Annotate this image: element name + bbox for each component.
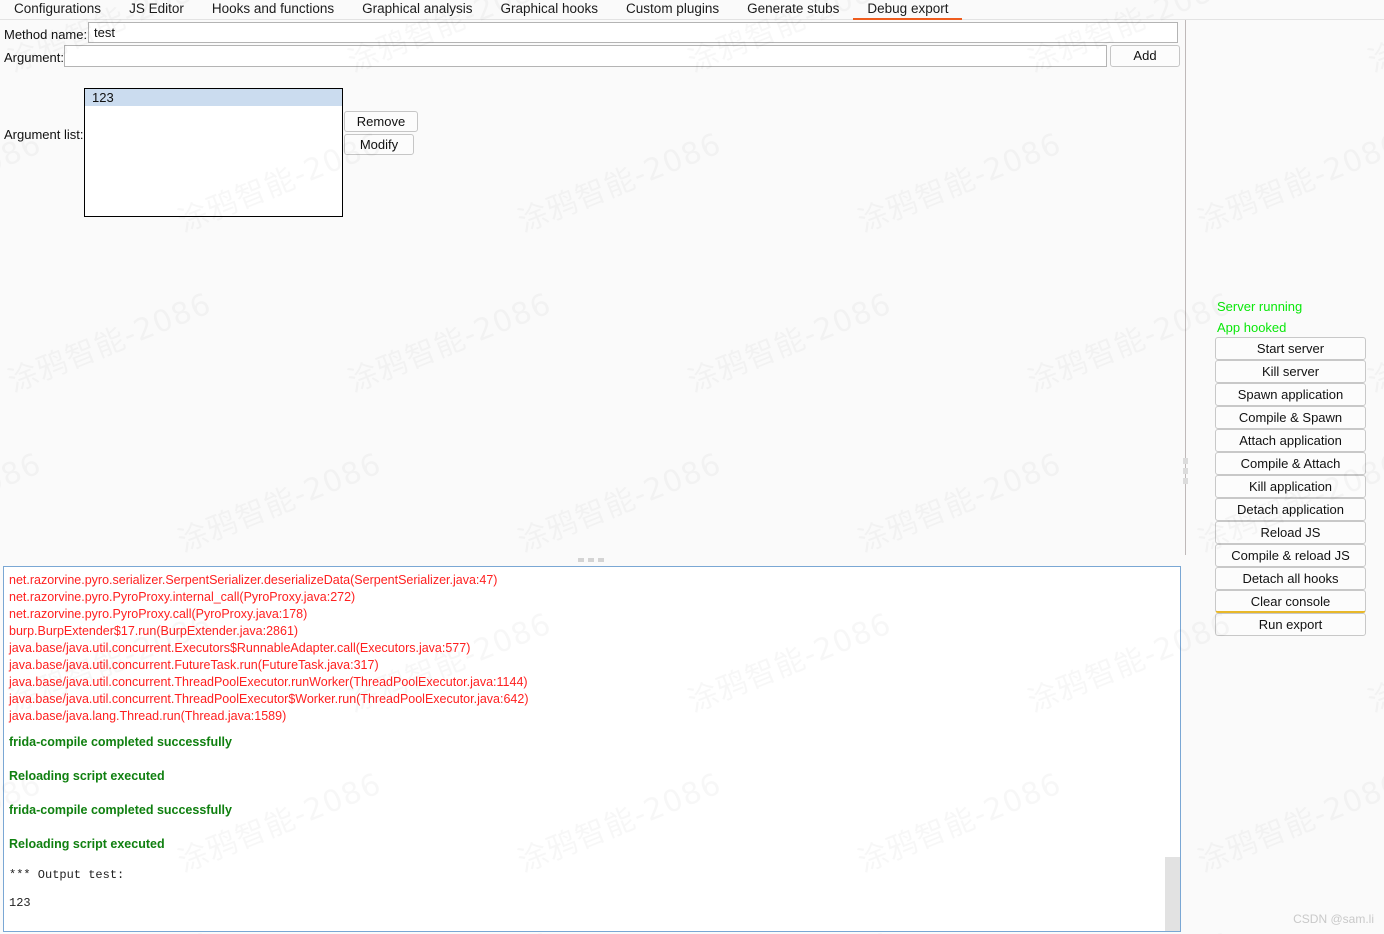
tab-hooks-and-functions[interactable]: Hooks and functions: [198, 0, 348, 20]
sidebar-button-reload-js[interactable]: Reload JS: [1215, 521, 1366, 544]
console-text-area: net.razorvine.pyro.serializer.SerpentSer…: [4, 567, 1180, 931]
argument-list-label: Argument list:: [4, 127, 84, 142]
tab-debug-export[interactable]: Debug export: [853, 0, 963, 20]
debug-export-panel: Method name: Argument: Add Argument list…: [0, 20, 1180, 555]
sidebar-button-attach-application[interactable]: Attach application: [1215, 429, 1366, 452]
sidebar-button-clear-console[interactable]: Clear console: [1215, 590, 1366, 613]
vertical-splitter[interactable]: [1182, 20, 1189, 555]
sidebar-button-kill-application[interactable]: Kill application: [1215, 475, 1366, 498]
tab-configurations[interactable]: Configurations: [0, 0, 115, 20]
tab-bar: Configurations JS Editor Hooks and functio…: [0, 0, 1384, 20]
console-line: java.base/java.util.concurrent.ThreadPoo…: [9, 675, 528, 689]
credit-watermark: CSDN @sam.li: [1293, 912, 1374, 926]
sidebar-button-kill-server[interactable]: Kill server: [1215, 360, 1366, 383]
console-line: frida-compile completed successfully: [9, 735, 232, 749]
sidebar-button-detach-all-hooks[interactable]: Detach all hooks: [1215, 567, 1366, 590]
add-argument-button[interactable]: Add: [1110, 45, 1180, 67]
console-line: java.base/java.lang.Thread.run(Thread.ja…: [9, 709, 287, 723]
console-line: java.base/java.util.concurrent.ThreadPoo…: [9, 692, 529, 706]
console-line: frida-compile completed successfully: [9, 803, 232, 817]
argument-label: Argument:: [4, 50, 64, 65]
tab-graphical-hooks[interactable]: Graphical hooks: [486, 0, 612, 20]
method-name-input[interactable]: [88, 22, 1178, 43]
console-scrollbar[interactable]: [1165, 567, 1180, 931]
console-line: net.razorvine.pyro.serializer.SerpentSer…: [9, 573, 498, 587]
console-line: net.razorvine.pyro.PyroProxy.internal_ca…: [9, 590, 356, 604]
splitter-grip-icon: [578, 558, 604, 562]
console-scrollbar-thumb[interactable]: [1165, 857, 1180, 931]
console-line: 123: [9, 896, 31, 910]
console-line: java.base/java.util.concurrent.Executors…: [9, 641, 471, 655]
status-text: App hooked: [1217, 320, 1287, 335]
method-name-label: Method name:: [4, 27, 88, 42]
tab-generate-stubs[interactable]: Generate stubs: [733, 0, 853, 20]
sidebar-button-compile-spawn[interactable]: Compile & Spawn: [1215, 406, 1366, 429]
sidebar-button-detach-application[interactable]: Detach application: [1215, 498, 1366, 521]
console-line: java.base/java.util.concurrent.FutureTas…: [9, 658, 379, 672]
sidebar-button-spawn-application[interactable]: Spawn application: [1215, 383, 1366, 406]
sidebar-button-compile-reload-js[interactable]: Compile & reload JS: [1215, 544, 1366, 567]
modify-argument-button[interactable]: Modify: [344, 134, 414, 155]
control-sidebar: Server running App hooked Start server Kill…: [1190, 20, 1384, 934]
console-line: burp.BurpExtender$17.run(BurpExtender.ja…: [9, 624, 299, 638]
console-output[interactable]: net.razorvine.pyro.serializer.SerpentSer…: [3, 566, 1181, 932]
console-line: *** Output test:: [9, 868, 125, 882]
argument-list-item[interactable]: 123: [85, 89, 342, 106]
remove-argument-button[interactable]: Remove: [344, 111, 418, 132]
console-line: Reloading script executed: [9, 769, 165, 783]
tab-js-editor[interactable]: JS Editor: [115, 0, 198, 20]
argument-input[interactable]: [64, 45, 1107, 67]
console-line: net.razorvine.pyro.PyroProxy.call(PyroPr…: [9, 607, 308, 621]
tab-graphical-analysis[interactable]: Graphical analysis: [348, 0, 486, 20]
status-text: Server running: [1217, 299, 1303, 314]
horizontal-splitter[interactable]: [0, 555, 1180, 565]
vertical-splitter-grip-icon: [1183, 458, 1188, 484]
sidebar-button-run-export[interactable]: Run export: [1215, 613, 1366, 636]
tab-custom-plugins[interactable]: Custom plugins: [612, 0, 733, 20]
sidebar-button-compile-attach[interactable]: Compile & Attach: [1215, 452, 1366, 475]
console-line: Reloading script executed: [9, 837, 165, 851]
argument-listbox[interactable]: 123: [84, 88, 343, 217]
sidebar-button-start-server[interactable]: Start server: [1215, 337, 1366, 360]
